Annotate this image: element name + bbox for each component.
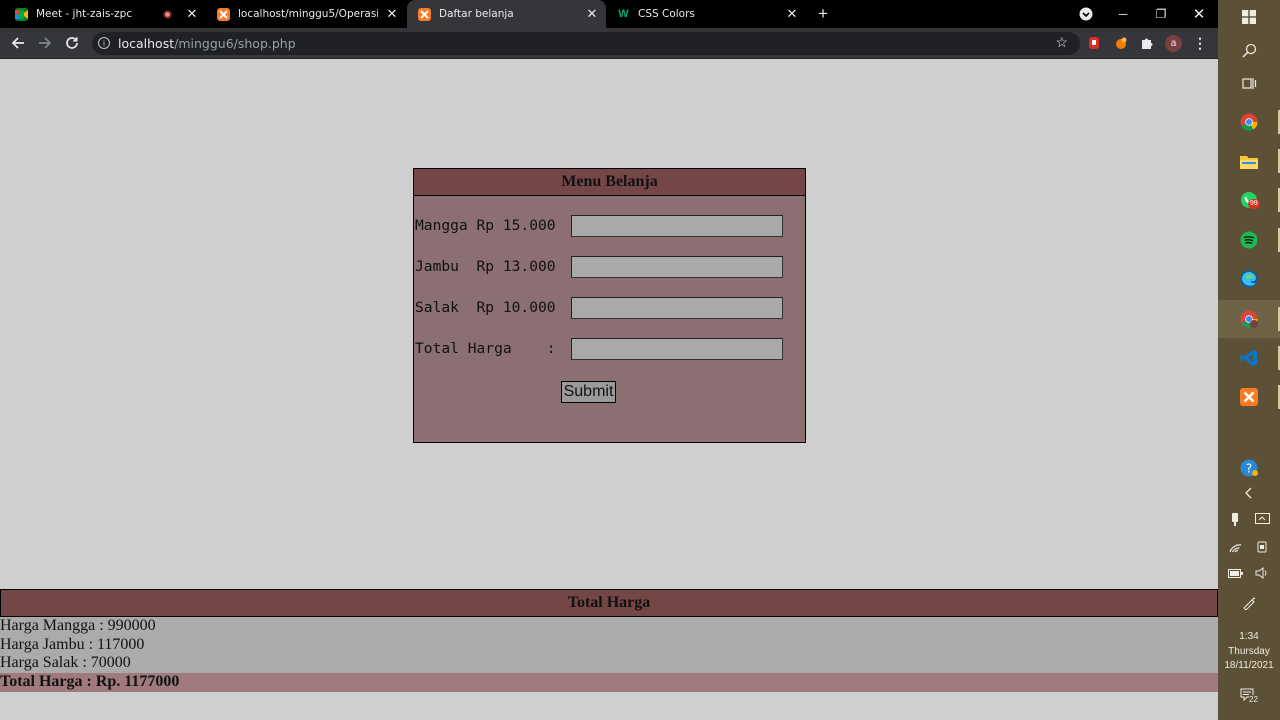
result-line-salak: Harga Salak : 70000	[0, 654, 131, 672]
field-label: Mangga Rp 15.000	[415, 217, 556, 234]
xampp-taskbar-icon[interactable]	[1237, 385, 1261, 409]
url-text: localhost/minggu6/shop.php	[118, 36, 296, 51]
result-line-jambu: Harga Jambu : 117000	[0, 635, 145, 653]
reload-icon[interactable]	[62, 33, 82, 53]
clock-date: 18/11/2021	[1224, 660, 1274, 671]
extension-orange-icon[interactable]	[1113, 35, 1129, 51]
tab-meet[interactable]: Meet - jht-zais-zpc ✕	[4, 0, 206, 28]
field-row-total: Total Harga :	[415, 338, 795, 360]
spotify-icon[interactable]	[1237, 228, 1261, 252]
show-hidden-icons-chevron-icon[interactable]	[1237, 481, 1261, 505]
total-price-input[interactable]	[571, 338, 783, 360]
chrome-profile-icon[interactable]	[1218, 300, 1280, 338]
battery-icon[interactable]	[1223, 561, 1247, 585]
notification-center-icon[interactable]: 22	[1240, 688, 1258, 704]
pen-workspace-icon[interactable]	[1237, 591, 1261, 615]
mangga-quantity-input[interactable]	[571, 215, 783, 237]
google-meet-icon	[15, 7, 28, 21]
field-row-salak: Salak Rp 10.000	[415, 297, 795, 319]
shopping-form: Menu Belanja Mangga Rp 15.000 Jambu Rp 1…	[413, 168, 806, 443]
wifi-icon[interactable]	[1223, 535, 1247, 559]
field-row-jambu: Jambu Rp 13.000	[415, 256, 795, 278]
windows-start-icon[interactable]	[1237, 5, 1261, 29]
forward-arrow-icon[interactable]	[35, 33, 55, 53]
result-table: Total Harga Harga Mangga : 990000 Harga …	[0, 589, 1218, 692]
display-settings-icon[interactable]	[1250, 507, 1274, 531]
field-row-mangga: Mangga Rp 15.000	[415, 215, 795, 237]
svg-text:?: ?	[1246, 462, 1252, 476]
w3schools-icon: W	[618, 8, 629, 20]
tab-title: Daftar belanja	[439, 8, 514, 20]
file-explorer-icon[interactable]	[1237, 149, 1261, 173]
whatsapp-badge: 99	[1248, 199, 1260, 209]
close-tab-icon[interactable]: ✕	[784, 6, 800, 22]
help-icon[interactable]: ?	[1237, 456, 1261, 480]
tab-search-icon[interactable]	[1075, 4, 1097, 24]
extensions-puzzle-icon[interactable]	[1139, 35, 1155, 51]
field-label: Salak Rp 10.000	[415, 299, 556, 316]
restore-icon[interactable]: ❐	[1150, 4, 1172, 24]
back-arrow-icon[interactable]	[8, 33, 28, 53]
field-label: Total Harga :	[415, 340, 556, 357]
close-tab-icon[interactable]: ✕	[384, 6, 400, 22]
xampp-icon	[217, 7, 230, 21]
address-bar[interactable]: i localhost/minggu6/shop.php ☆	[92, 32, 1080, 55]
tab-css-colors[interactable]: W CSS Colors ✕	[606, 0, 806, 28]
phone-link-icon[interactable]	[1250, 535, 1274, 559]
menu-kebab-icon[interactable]: ⋮	[1192, 35, 1208, 51]
submit-button[interactable]: Submit	[561, 381, 616, 403]
tab-daftar-belanja[interactable]: Daftar belanja ✕	[407, 0, 606, 28]
close-tab-icon[interactable]: ✕	[184, 6, 200, 22]
result-grand-total: Total Harga : Rp. 1177000	[0, 673, 1218, 692]
bookmark-star-icon[interactable]: ☆	[1055, 34, 1068, 51]
usb-device-icon[interactable]	[1223, 507, 1247, 531]
tab-operasimtk[interactable]: localhost/minggu5/OperasiMtk.p ✕	[206, 0, 406, 28]
vscode-icon[interactable]	[1237, 346, 1261, 370]
profile-avatar[interactable]: a	[1165, 35, 1182, 52]
tab-title: localhost/minggu5/OperasiMtk.p	[238, 8, 378, 20]
new-tab-icon[interactable]: +	[814, 4, 832, 23]
chrome-icon[interactable]	[1237, 110, 1261, 134]
edge-icon[interactable]	[1237, 267, 1261, 291]
xampp-icon	[418, 7, 431, 21]
form-title: Menu Belanja	[414, 169, 805, 196]
tab-title: CSS Colors	[638, 8, 695, 20]
notification-count: 22	[1249, 695, 1258, 704]
taskbar-clock[interactable]: 1:34 Thursday 18/11/2021	[1218, 630, 1280, 674]
close-tab-icon[interactable]: ✕	[584, 6, 600, 22]
tab-title: Meet - jht-zais-zpc	[36, 8, 133, 20]
result-title: Total Harga	[0, 589, 1218, 617]
site-info-icon[interactable]: i	[98, 37, 110, 49]
field-label: Jambu Rp 13.000	[415, 258, 556, 275]
tab-strip: Meet - jht-zais-zpc ✕ localhost/minggu5/…	[0, 0, 1218, 28]
clock-day: Thursday	[1228, 645, 1270, 657]
result-line-mangga: Harga Mangga : 990000	[0, 617, 156, 634]
browser-toolbar: i localhost/minggu6/shop.php ☆ a ⋮	[0, 28, 1218, 59]
extension-red-icon[interactable]	[1086, 35, 1102, 51]
whatsapp-icon[interactable]: 99	[1237, 188, 1261, 212]
recording-indicator-icon	[163, 9, 172, 19]
salak-quantity-input[interactable]	[571, 297, 783, 319]
close-window-icon[interactable]: ✕	[1188, 4, 1210, 24]
clock-time: 1:34	[1239, 631, 1259, 642]
task-view-icon[interactable]	[1237, 71, 1261, 95]
result-body: Harga Mangga : 990000 Harga Jambu : 1170…	[0, 617, 1218, 674]
search-icon[interactable]	[1237, 38, 1261, 62]
minimize-icon[interactable]: ─	[1112, 4, 1134, 24]
volume-icon[interactable]	[1250, 561, 1274, 585]
windows-taskbar: 99 ? 1:34 Thursday 18/11/2021 22	[1218, 0, 1280, 720]
jambu-quantity-input[interactable]	[571, 256, 783, 278]
